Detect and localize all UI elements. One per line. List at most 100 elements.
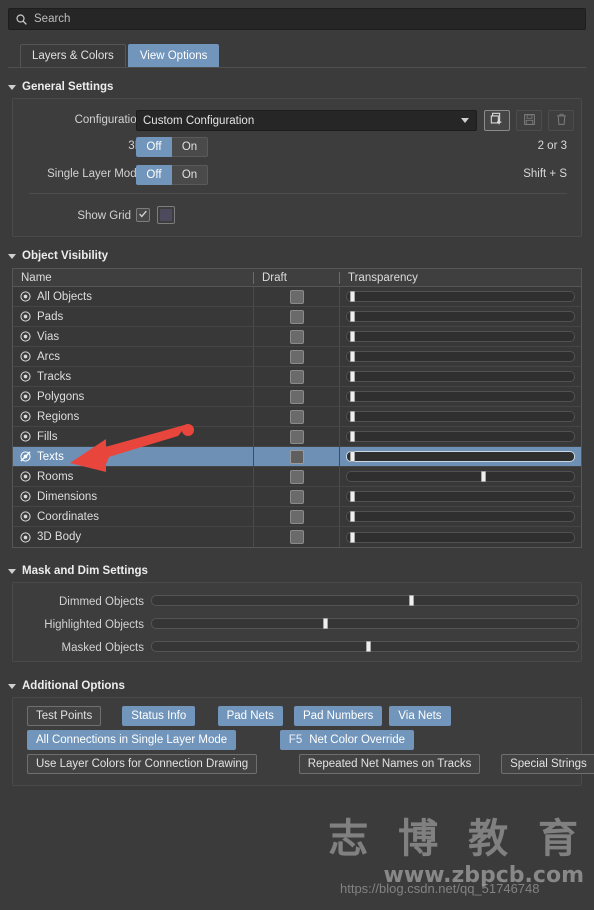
- transparency-slider[interactable]: [346, 451, 575, 462]
- option-button-repeated-net-names-on-tracks[interactable]: Repeated Net Names on Tracks: [298, 754, 481, 774]
- slider-thumb[interactable]: [349, 371, 355, 382]
- slider-thumb[interactable]: [349, 391, 355, 402]
- option-button-status-info[interactable]: Status Info: [122, 706, 196, 726]
- draft-checkbox[interactable]: [289, 349, 304, 364]
- configuration-dropdown[interactable]: Custom Configuration: [136, 110, 477, 131]
- toggle-3d-off[interactable]: Off: [136, 137, 172, 157]
- option-button-net-color-override[interactable]: F5 Net Color Override: [279, 730, 415, 750]
- slider-thumb[interactable]: [349, 431, 355, 442]
- slider-thumb[interactable]: [349, 491, 355, 502]
- eye-icon[interactable]: [20, 431, 31, 442]
- table-row[interactable]: Coordinates: [13, 507, 581, 527]
- table-row[interactable]: Pads: [13, 307, 581, 327]
- eye-icon[interactable]: [20, 531, 31, 543]
- transparency-slider[interactable]: [346, 331, 575, 342]
- table-row[interactable]: All Objects: [13, 287, 581, 307]
- draft-checkbox[interactable]: [289, 429, 304, 444]
- transparency-slider[interactable]: [346, 351, 575, 362]
- eye-icon[interactable]: [20, 511, 31, 522]
- dimmed-objects-label: Dimmed Objects: [59, 596, 144, 608]
- grid-color-swatch[interactable]: [157, 206, 175, 224]
- table-row[interactable]: 3D Body: [13, 527, 581, 547]
- option-button-test-points[interactable]: Test Points: [27, 706, 102, 726]
- table-row[interactable]: Dimensions: [13, 487, 581, 507]
- draft-checkbox[interactable]: [289, 369, 304, 384]
- slider-thumb[interactable]: [349, 411, 355, 422]
- masked-objects-slider[interactable]: [151, 641, 579, 652]
- highlighted-objects-slider[interactable]: [151, 618, 579, 629]
- eye-icon[interactable]: [20, 491, 31, 502]
- draft-checkbox[interactable]: [289, 509, 304, 524]
- table-row[interactable]: Vias: [13, 327, 581, 347]
- slider-thumb[interactable]: [481, 471, 487, 482]
- save-configuration-button[interactable]: [516, 110, 542, 131]
- transparency-slider[interactable]: [346, 291, 575, 302]
- section-header-object-visibility[interactable]: Object Visibility: [8, 250, 108, 262]
- slider-thumb[interactable]: [349, 291, 355, 302]
- slider-thumb[interactable]: [409, 595, 414, 606]
- configuration-label: Configuration: [74, 114, 143, 126]
- transparency-slider[interactable]: [346, 471, 575, 482]
- option-button-pad-numbers[interactable]: Pad Numbers: [294, 706, 383, 726]
- slider-thumb[interactable]: [349, 451, 355, 462]
- slider-thumb[interactable]: [323, 618, 328, 629]
- toggle-3d[interactable]: Off On: [136, 137, 208, 157]
- option-button-via-nets[interactable]: Via Nets: [389, 706, 451, 726]
- slider-thumb[interactable]: [349, 351, 355, 362]
- table-row[interactable]: Tracks: [13, 367, 581, 387]
- eye-icon[interactable]: [20, 331, 31, 342]
- search-field[interactable]: Search: [8, 8, 586, 30]
- section-header-general-settings[interactable]: General Settings: [8, 81, 113, 93]
- toggle-single-layer-mode[interactable]: Off On: [136, 165, 208, 185]
- draft-checkbox[interactable]: [289, 469, 304, 484]
- transparency-slider[interactable]: [346, 311, 575, 322]
- draft-checkbox[interactable]: [289, 309, 304, 324]
- dimmed-objects-slider[interactable]: [151, 595, 579, 606]
- eye-off-icon[interactable]: [20, 451, 31, 462]
- section-title-object-visibility: Object Visibility: [22, 250, 109, 262]
- section-header-additional-options[interactable]: Additional Options: [8, 680, 125, 692]
- option-label: All Connections in Single Layer Mode: [36, 734, 228, 746]
- option-button-use-layer-colors-for-connection-drawing[interactable]: Use Layer Colors for Connection Drawing: [27, 754, 258, 774]
- draft-checkbox[interactable]: [289, 449, 304, 464]
- draft-checkbox[interactable]: [289, 289, 304, 304]
- slider-thumb[interactable]: [349, 311, 355, 322]
- toggle-single-layer-mode-off[interactable]: Off: [136, 165, 172, 185]
- table-row[interactable]: Arcs: [13, 347, 581, 367]
- save-as-configuration-button[interactable]: [484, 110, 510, 131]
- section-header-mask-and-dim[interactable]: Mask and Dim Settings: [8, 565, 148, 577]
- transparency-slider[interactable]: [346, 511, 575, 522]
- draft-checkbox[interactable]: [289, 329, 304, 344]
- eye-icon[interactable]: [20, 351, 31, 362]
- transparency-slider[interactable]: [346, 531, 575, 543]
- option-button-pad-nets[interactable]: Pad Nets: [217, 706, 283, 726]
- tab-layers-and-colors[interactable]: Layers & Colors: [20, 44, 126, 67]
- slider-thumb[interactable]: [366, 641, 371, 652]
- slider-thumb[interactable]: [349, 511, 355, 522]
- transparency-slider[interactable]: [346, 411, 575, 422]
- eye-icon[interactable]: [20, 471, 31, 482]
- transparency-slider[interactable]: [346, 371, 575, 382]
- slider-thumb[interactable]: [349, 531, 355, 543]
- option-button-all-connections-in-single-layer-mode[interactable]: All Connections in Single Layer Mode: [27, 730, 237, 750]
- tab-view-options[interactable]: View Options: [127, 44, 220, 67]
- delete-configuration-button[interactable]: [548, 110, 574, 131]
- draft-checkbox[interactable]: [289, 409, 304, 424]
- option-button-special-strings[interactable]: Special Strings: [501, 754, 594, 774]
- show-grid-checkbox[interactable]: [136, 208, 150, 222]
- eye-icon[interactable]: [20, 291, 31, 302]
- eye-icon[interactable]: [20, 391, 31, 402]
- draft-checkbox[interactable]: [289, 530, 304, 544]
- eye-icon[interactable]: [20, 311, 31, 322]
- toggle-single-layer-mode-on[interactable]: On: [172, 165, 208, 185]
- toggle-3d-on[interactable]: On: [172, 137, 208, 157]
- eye-icon[interactable]: [20, 411, 31, 422]
- transparency-slider[interactable]: [346, 491, 575, 502]
- transparency-slider[interactable]: [346, 391, 575, 402]
- eye-icon[interactable]: [20, 371, 31, 382]
- slider-thumb[interactable]: [349, 331, 355, 342]
- table-row[interactable]: Polygons: [13, 387, 581, 407]
- draft-checkbox[interactable]: [289, 389, 304, 404]
- transparency-slider[interactable]: [346, 431, 575, 442]
- draft-checkbox[interactable]: [289, 489, 304, 504]
